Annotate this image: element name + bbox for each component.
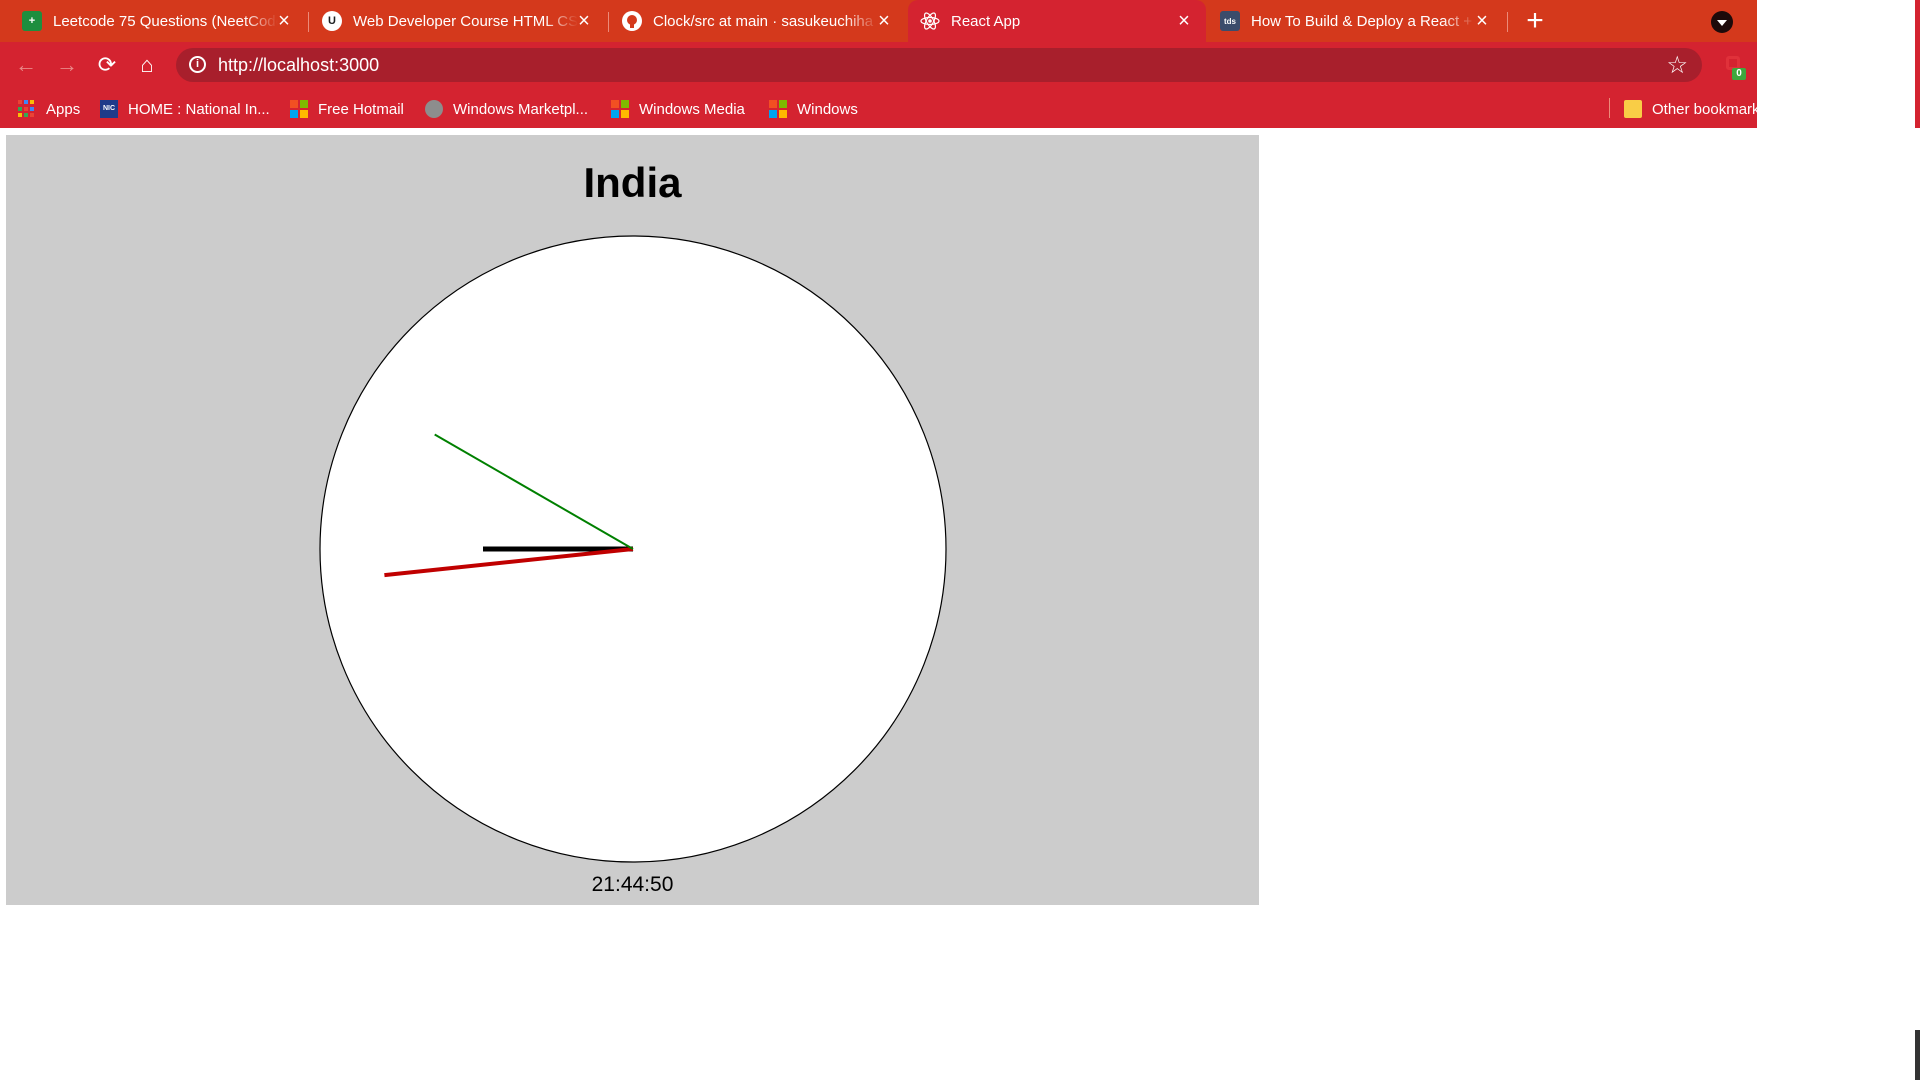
bookmark-free-hotmail[interactable]: Free Hotmail bbox=[290, 98, 404, 120]
bookmark-label: Apps bbox=[46, 100, 81, 118]
tds-icon: tds bbox=[1220, 11, 1240, 31]
back-icon[interactable]: ← bbox=[12, 51, 40, 79]
globe-icon bbox=[425, 100, 443, 118]
bookmark-label: Windows Media bbox=[639, 100, 745, 118]
bookmark-label: Windows Marketpl... bbox=[453, 100, 589, 118]
sheets-icon: + bbox=[22, 11, 42, 31]
bookmark-label: Free Hotmail bbox=[318, 100, 404, 118]
bookmark-apps[interactable]: Apps bbox=[18, 98, 80, 120]
bookmark-windows[interactable]: Windows bbox=[769, 98, 858, 120]
analog-clock bbox=[319, 235, 947, 863]
tab-title: Clock/src at main · sasukeuchiha bbox=[653, 12, 874, 30]
bookmark-other-bookmarks[interactable]: Other bookmarks bbox=[1624, 98, 1757, 120]
bookmarks-separator bbox=[1609, 98, 1610, 118]
bookmarks-bar: Apps NIC HOME : National In... Free Hotm… bbox=[0, 88, 1757, 128]
browser-toolbar: ← → ⟳ ⌂ i http://localhost:3000 ☆ 0 bbox=[0, 42, 1757, 88]
address-bar[interactable]: i http://localhost:3000 ☆ bbox=[176, 48, 1702, 82]
tab-separator bbox=[308, 12, 309, 32]
page-title: India bbox=[583, 159, 682, 206]
bookmark-label: HOME : National In... bbox=[128, 100, 270, 118]
tab-search-icon[interactable] bbox=[1711, 11, 1733, 33]
microsoft-icon bbox=[611, 100, 629, 118]
bookmark-national-informatics[interactable]: NIC HOME : National In... bbox=[100, 98, 270, 120]
tab-leetcode[interactable]: + Leetcode 75 Questions (NeetCode × bbox=[10, 0, 306, 42]
close-tab-icon[interactable]: × bbox=[1472, 11, 1492, 31]
react-icon bbox=[920, 11, 940, 31]
reload-icon[interactable]: ⟳ bbox=[93, 51, 121, 79]
microsoft-icon bbox=[290, 100, 308, 118]
tab-react-app[interactable]: React App × bbox=[908, 0, 1206, 42]
clock-panel: India 21:44:50 bbox=[6, 135, 1259, 905]
tab-title: How To Build & Deploy a React + bbox=[1251, 12, 1473, 30]
tab-separator bbox=[1507, 12, 1508, 32]
tab-web-developer[interactable]: U Web Developer Course HTML CSS × bbox=[310, 0, 606, 42]
tab-strip: + Leetcode 75 Questions (NeetCode × U We… bbox=[0, 0, 1757, 42]
folder-icon bbox=[1624, 100, 1642, 118]
github-icon bbox=[622, 11, 642, 31]
tab-title: React App bbox=[951, 12, 1021, 30]
address-url[interactable]: http://localhost:3000 bbox=[218, 55, 379, 76]
new-tab-button[interactable]: + bbox=[1520, 6, 1550, 36]
bookmark-star-icon[interactable]: ☆ bbox=[1666, 51, 1688, 80]
close-tab-icon[interactable]: × bbox=[1174, 11, 1194, 31]
extension-icon[interactable]: 0 bbox=[1724, 54, 1746, 80]
bookmark-windows-media[interactable]: Windows Media bbox=[611, 98, 745, 120]
bookmark-label: Other bookmarks bbox=[1652, 100, 1757, 118]
site-info-icon[interactable]: i bbox=[189, 56, 206, 73]
udemy-icon: U bbox=[322, 11, 342, 31]
bookmark-label: Windows bbox=[797, 100, 858, 118]
extension-badge: 0 bbox=[1732, 68, 1746, 80]
close-tab-icon[interactable]: × bbox=[274, 11, 294, 31]
tab-title: Web Developer Course HTML CSS bbox=[353, 12, 578, 30]
scrollbar-track-top bbox=[1915, 0, 1920, 128]
scrollbar-thumb[interactable] bbox=[1915, 1030, 1920, 1080]
tab-how-to-build[interactable]: tds How To Build & Deploy a React + × bbox=[1208, 0, 1504, 42]
home-icon[interactable]: ⌂ bbox=[133, 51, 161, 79]
forward-icon[interactable]: → bbox=[53, 51, 81, 79]
microsoft-icon bbox=[769, 100, 787, 118]
tab-title: Leetcode 75 Questions (NeetCode bbox=[53, 12, 278, 30]
close-tab-icon[interactable]: × bbox=[574, 11, 594, 31]
bookmark-windows-marketplace[interactable]: Windows Marketpl... bbox=[425, 98, 588, 120]
tab-github[interactable]: Clock/src at main · sasukeuchiha × bbox=[610, 0, 906, 42]
tab-separator bbox=[608, 12, 609, 32]
digital-time: 21:44:50 bbox=[591, 873, 674, 896]
apps-grid-icon bbox=[18, 100, 36, 118]
close-tab-icon[interactable]: × bbox=[874, 11, 894, 31]
nic-icon: NIC bbox=[100, 100, 118, 118]
